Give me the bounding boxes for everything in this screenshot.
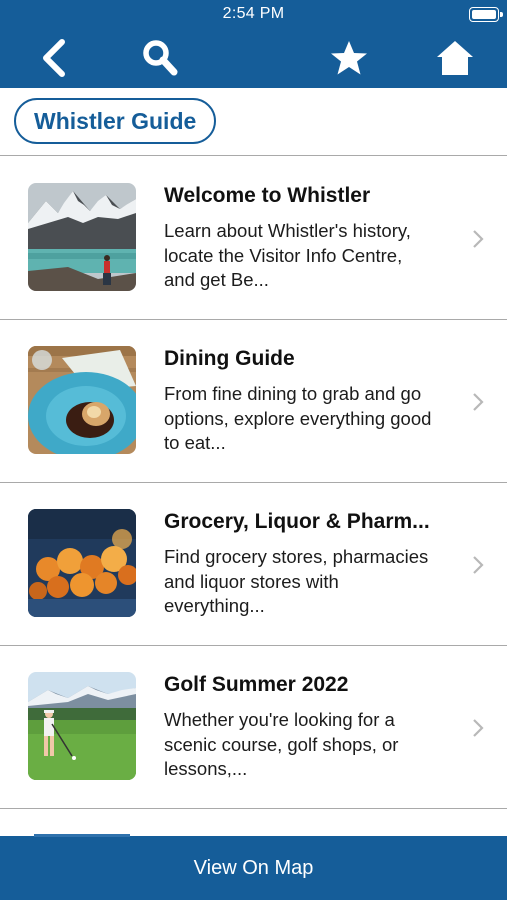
back-button[interactable] [32, 36, 76, 80]
item-title: Golf Summer 2022 [164, 673, 349, 696]
search-button[interactable] [138, 36, 182, 80]
list-item-golf[interactable]: Golf Summer 2022 Whether you're looking … [0, 646, 507, 809]
item-title: Dining Guide [164, 347, 295, 370]
thumbnail-produce-image [28, 509, 136, 617]
list-item-grocery[interactable]: Grocery, Liquor & Pharm... Find grocery … [0, 483, 507, 646]
item-title: Welcome to Whistler [164, 184, 371, 207]
guide-list: Welcome to Whistler Learn about Whistler… [0, 157, 507, 809]
chevron-right-icon [473, 556, 484, 574]
app-screen: 2:54 PM Whistler Guide Welcome to Whistl… [0, 0, 507, 900]
partial-list-item-divider [34, 834, 130, 837]
item-title: Grocery, Liquor & Pharm... [164, 510, 430, 533]
thumbnail-plated-dish-image [28, 346, 136, 454]
item-description: Learn about Whistler's history, locate t… [164, 220, 411, 290]
view-on-map-label: View On Map [193, 856, 314, 879]
chevron-right-icon [473, 230, 484, 248]
chevron-right-icon [473, 393, 484, 411]
star-icon [331, 41, 367, 75]
status-time: 2:54 PM [222, 5, 285, 22]
list-item-welcome[interactable]: Welcome to Whistler Learn about Whistler… [0, 157, 507, 320]
back-arrow-icon [43, 39, 65, 77]
item-description: From fine dining to grab and go options,… [164, 383, 432, 453]
battery-icon [469, 7, 503, 22]
chevron-right-icon [473, 719, 484, 737]
header-bar: 2:54 PM [0, 0, 507, 88]
item-description: Find grocery stores, pharmacies and liqu… [164, 546, 429, 616]
page-title-pill[interactable]: Whistler Guide [14, 98, 217, 144]
title-bar: Whistler Guide [0, 88, 507, 156]
home-icon [437, 41, 473, 75]
favorite-button[interactable] [327, 36, 371, 80]
view-on-map-button[interactable]: View On Map [0, 834, 507, 900]
thumbnail-mountain-lake-image [28, 183, 136, 291]
thumbnail-golfer-image [28, 672, 136, 780]
item-description: Whether you're looking for a scenic cour… [164, 709, 399, 779]
search-icon [143, 40, 178, 76]
list-item-dining[interactable]: Dining Guide From fine dining to grab an… [0, 320, 507, 483]
home-button[interactable] [433, 36, 477, 80]
